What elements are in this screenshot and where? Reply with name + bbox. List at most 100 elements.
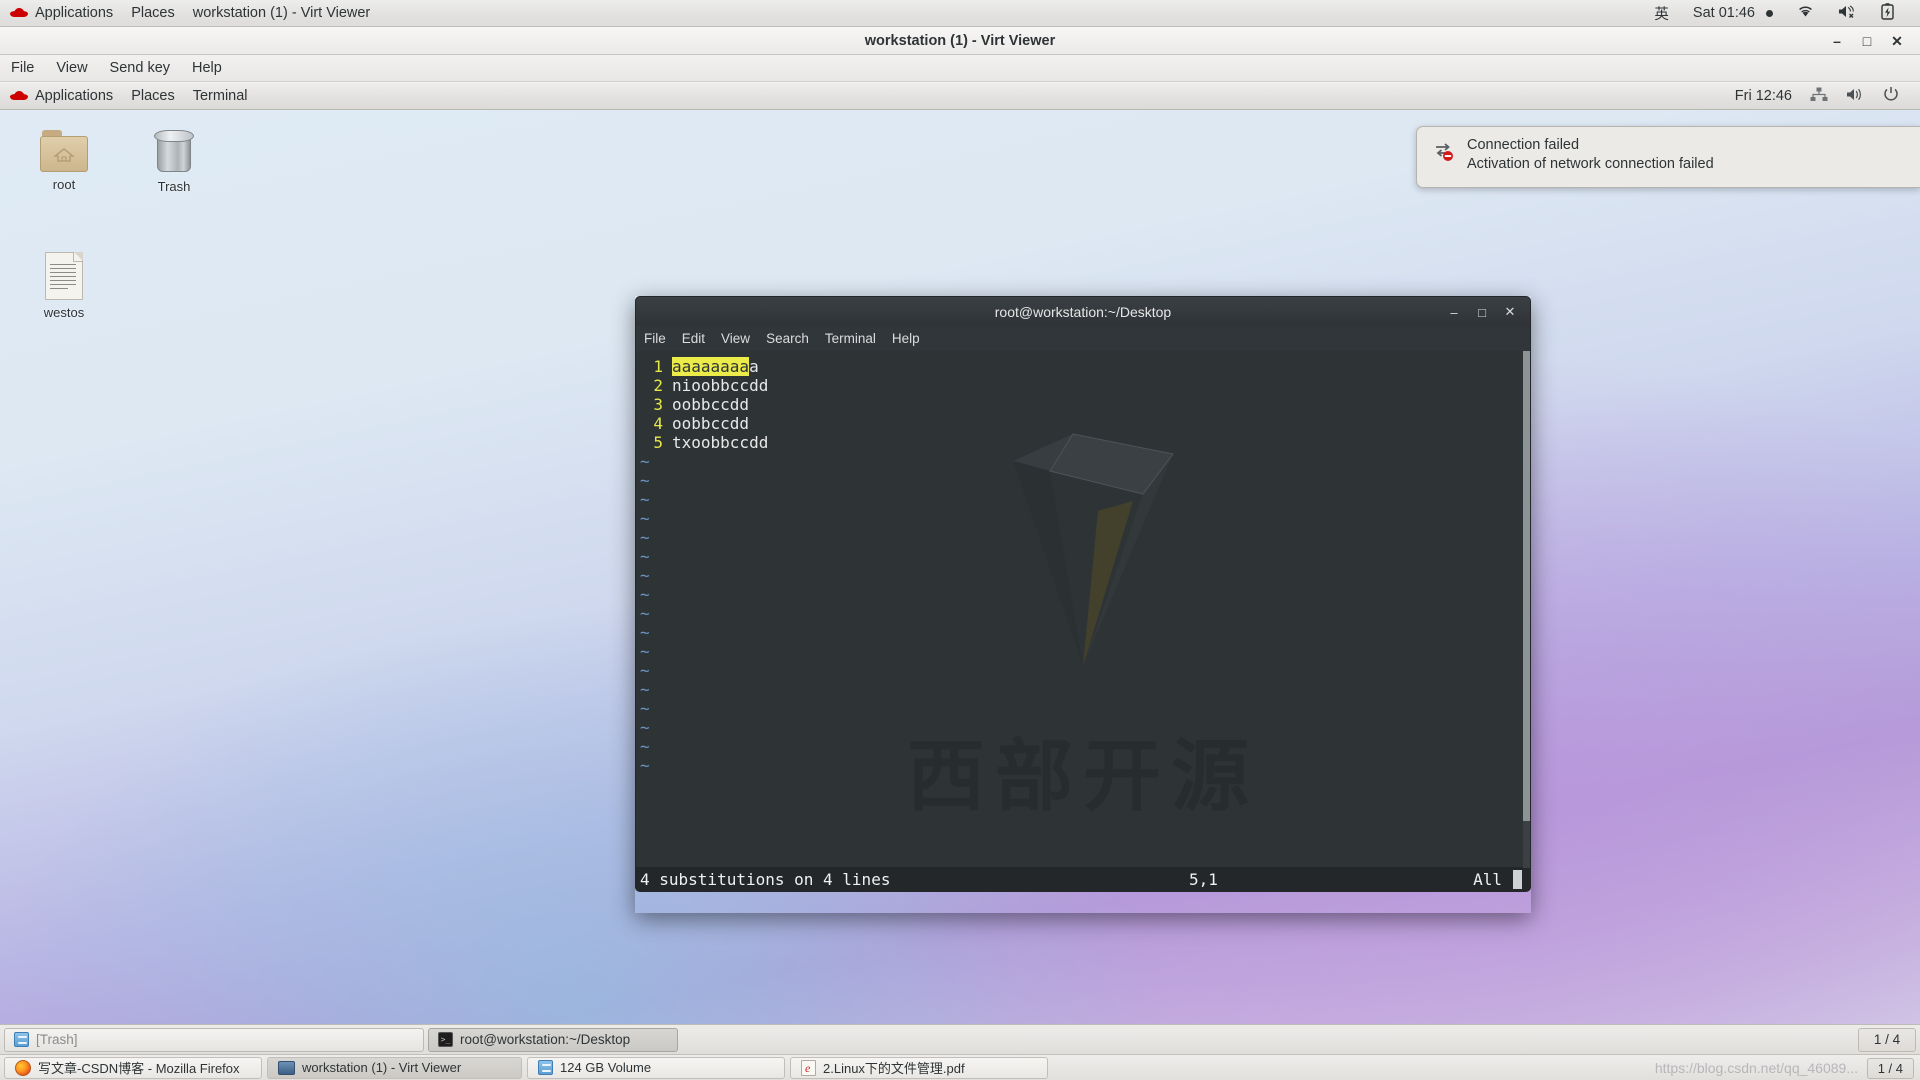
host-workspace-pager[interactable]: 1 / 4 [1866, 1058, 1914, 1079]
network-error-icon [1433, 140, 1455, 162]
desktop-icon-root[interactable]: root [18, 130, 110, 192]
host-places-menu[interactable]: Places [122, 0, 184, 27]
vim-empty-line: ~ [636, 471, 1530, 490]
terminal-scrollbar-thumb[interactable] [1523, 351, 1530, 821]
terminal-menu-search[interactable]: Search [758, 326, 817, 351]
host-clock[interactable]: Sat 01:46 [1681, 0, 1785, 27]
terminal-scrollbar[interactable] [1523, 351, 1530, 868]
terminal-close-button[interactable]: ✕ [1496, 297, 1524, 327]
terminal-minimize-button[interactable]: – [1440, 297, 1468, 327]
vim-status-line: 4 substitutions on 4 lines 5,1 All [636, 867, 1530, 891]
drive-icon [538, 1060, 553, 1075]
terminal-content[interactable]: 西部开源 1 aaaaaaaaa 2 nioobbccdd 3 oobbccdd… [635, 351, 1531, 892]
volume-muted-button[interactable] [1826, 0, 1869, 27]
host-task-virt-viewer[interactable]: workstation (1) - Virt Viewer [267, 1056, 522, 1079]
host-panel-status-area: 英 Sat 01:46 [1642, 0, 1920, 27]
input-method-indicator[interactable]: 英 [1642, 0, 1681, 27]
terminal-menu-file[interactable]: File [636, 326, 674, 351]
guest-volume-button[interactable] [1837, 83, 1874, 110]
desktop-icon-label: root [52, 177, 76, 192]
vim-empty-line: ~ [636, 718, 1530, 737]
virt-close-button[interactable]: ✕ [1882, 27, 1912, 55]
virt-menu-file[interactable]: File [0, 55, 45, 82]
vim-tilde-marker: ~ [640, 528, 650, 547]
guest-clock[interactable]: Fri 12:46 [1726, 83, 1801, 110]
host-places-label: Places [131, 5, 175, 21]
desktop-icon-label: Trash [157, 179, 191, 194]
host-clock-label: Sat 01:46 [1692, 5, 1755, 21]
guest-desktop-background[interactable]: root Trash westos Connection failed Acti… [0, 110, 1920, 1054]
vim-line-number: 2 [653, 376, 663, 395]
terminal-icon: >_ [438, 1032, 453, 1047]
vim-line-number: 4 [653, 414, 663, 433]
vim-buffer: 1 aaaaaaaaa 2 nioobbccdd 3 oobbccdd 4 oo… [636, 351, 1530, 775]
desktop-icon-trash[interactable]: Trash [128, 128, 220, 194]
vim-cursor-position: 5,1 [1189, 869, 1218, 889]
vim-empty-line: ~ [636, 547, 1530, 566]
drive-icon [14, 1032, 29, 1047]
virt-maximize-button[interactable]: □ [1852, 27, 1882, 55]
vim-tilde-marker: ~ [640, 737, 650, 756]
host-window-menu-virt-viewer[interactable]: workstation (1) - Virt Viewer [184, 0, 380, 27]
guest-places-menu[interactable]: Places [122, 83, 184, 110]
vim-line: 1 aaaaaaaaa [636, 357, 1530, 376]
notification-text: Connection failed Activation of network … [1467, 137, 1714, 175]
guest-network-button[interactable] [1801, 83, 1837, 110]
host-task-label: 2.Linux下的文件管理.pdf [823, 1061, 965, 1076]
host-task-pdf[interactable]: 2.Linux下的文件管理.pdf [790, 1056, 1048, 1079]
virt-viewer-titlebar[interactable]: workstation (1) - Virt Viewer – □ ✕ [0, 27, 1920, 55]
guest-terminal-menu[interactable]: Terminal [184, 83, 257, 110]
terminal-menu-view[interactable]: View [713, 326, 758, 351]
host-task-volume[interactable]: 124 GB Volume [527, 1056, 785, 1079]
notification-title: Connection failed [1467, 137, 1580, 153]
vim-status-message: 4 substitutions on 4 lines [640, 869, 891, 889]
vim-line: 5 txoobbccdd [636, 433, 1530, 452]
terminal-menu-edit[interactable]: Edit [674, 326, 713, 351]
vim-tilde-marker: ~ [640, 661, 650, 680]
host-applications-menu[interactable]: Applications [0, 0, 122, 27]
guest-workspace-pager[interactable]: 1 / 4 [1858, 1027, 1916, 1052]
vim-empty-line: ~ [636, 490, 1530, 509]
vim-search-highlight: aaaaaaaa [672, 357, 750, 376]
monitor-icon [278, 1060, 295, 1075]
vim-empty-line: ~ [636, 566, 1530, 585]
vim-tilde-marker: ~ [640, 718, 650, 737]
terminal-window-controls: – □ ✕ [1440, 297, 1524, 327]
virt-menu-help[interactable]: Help [181, 55, 233, 82]
battery-status-button[interactable] [1869, 0, 1906, 27]
vim-tilde-marker: ~ [640, 756, 650, 775]
guest-power-button[interactable] [1874, 83, 1908, 110]
vim-line-number: 3 [653, 395, 663, 414]
vim-tilde-marker: ~ [640, 585, 650, 604]
guest-task-trash[interactable]: [Trash] [4, 1027, 424, 1052]
virt-minimize-button[interactable]: – [1822, 27, 1852, 55]
host-task-firefox[interactable]: 写文章-CSDN博客 - Mozilla Firefox [4, 1056, 262, 1079]
guest-clock-label: Fri 12:46 [1734, 88, 1792, 104]
host-task-label: workstation (1) - Virt Viewer [302, 1060, 462, 1075]
terminal-titlebar[interactable]: root@workstation:~/Desktop – □ ✕ [635, 296, 1531, 326]
desktop-icon-westos[interactable]: westos [18, 252, 110, 320]
redhat-logo-icon [9, 6, 29, 20]
vim-scroll-indicator: All [1473, 869, 1502, 889]
virt-menu-view[interactable]: View [45, 55, 98, 82]
notification-body: Activation of network connection failed [1467, 156, 1714, 172]
vim-empty-line: ~ [636, 623, 1530, 642]
guest-task-terminal[interactable]: >_ root@workstation:~/Desktop [428, 1027, 678, 1052]
terminal-menu-help[interactable]: Help [884, 326, 928, 351]
terminal-menu-terminal[interactable]: Terminal [817, 326, 884, 351]
vim-tilde-marker: ~ [640, 642, 650, 661]
network-icon [1810, 87, 1828, 106]
home-folder-icon [40, 130, 88, 172]
volume-muted-icon [1838, 4, 1857, 23]
terminal-maximize-button[interactable]: □ [1468, 297, 1496, 327]
guest-window-list: [Trash] >_ root@workstation:~/Desktop 1 … [0, 1024, 1920, 1054]
notification-popup[interactable]: Connection failed Activation of network … [1416, 126, 1920, 188]
wifi-status-button[interactable] [1785, 0, 1826, 27]
vim-line: 3 oobbccdd [636, 395, 1530, 414]
guest-applications-menu[interactable]: Applications [0, 83, 122, 110]
vim-empty-line: ~ [636, 604, 1530, 623]
desktop-icon-label: westos [43, 305, 85, 320]
vim-line-number: 1 [653, 357, 663, 376]
virt-menu-send-key[interactable]: Send key [99, 55, 181, 82]
terminal-menubar: File Edit View Search Terminal Help [635, 326, 1531, 351]
